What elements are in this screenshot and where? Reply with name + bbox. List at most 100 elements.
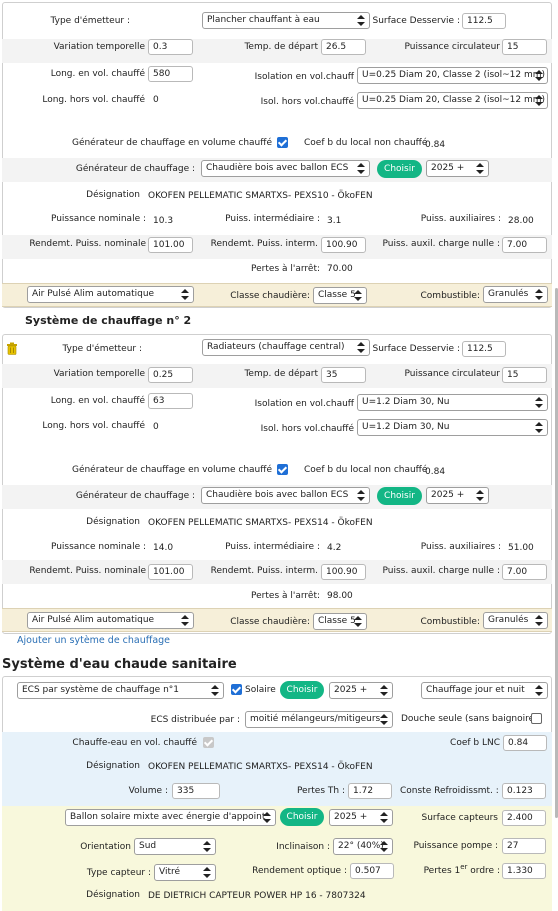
choose-generator-button[interactable]: Choisir [377,487,422,505]
variation-input[interactable]: 0.3 [148,39,193,55]
length-out-label: Long. hors vol. chauffé [42,95,145,105]
auxiliary-power-label: Puiss. auxiliaires : [420,542,501,552]
insulation-out-label: Isol. hors vol.chauffé [260,424,354,434]
circulator-input[interactable]: 15 [502,367,547,383]
aux-zero-load-input[interactable]: 7.00 [502,564,547,580]
tank-type-value: Ballon solaire mixte avec énergie d'appo… [70,812,266,822]
select-arrow-icon [357,162,365,175]
orientation-select[interactable]: Sud [134,838,216,855]
temp-input[interactable]: 26.5 [321,39,366,55]
distribution-value: moitié mélangeurs/mitigeurs [250,714,381,724]
solar-checkbox[interactable] [231,684,242,695]
tank-type-select[interactable]: Ballon solaire mixte avec énergie d'appo… [65,809,276,826]
select-arrow-icon [535,421,543,434]
collector-surface-input[interactable]: 2.400 [502,810,546,826]
emitter-type-select[interactable]: Radiateurs (chauffage central) [202,339,370,356]
fuel-select[interactable]: Granulés [483,286,548,303]
cooling-constant-input[interactable]: 0.123 [502,783,546,799]
inclination-value: 22° (40%) [338,841,384,851]
choose-generator-button[interactable]: Choisir [377,160,422,178]
select-arrow-icon [181,288,189,301]
choose-tank-button[interactable]: Choisir [280,808,324,826]
volume-input[interactable]: 335 [172,783,220,799]
optical-efficiency-label: Rendement optique : [252,866,347,876]
year-select[interactable]: 2025 + [426,487,489,504]
air-feed-select[interactable]: Air Pulsé Alim automatique [27,286,194,303]
orientation-label: Orientation [80,842,131,852]
select-arrow-icon [181,614,189,627]
auxiliary-power-label: Puiss. auxiliaires : [420,214,501,224]
choose-ecs-button[interactable]: Choisir [280,681,324,699]
intermediate-power-value: 4.2 [327,543,342,553]
boiler-class-select[interactable]: Classe 5 [313,287,367,304]
generator-select[interactable]: Chaudière bois avec ballon ECS [201,160,370,177]
circulator-label: Puissance circulateur [404,42,500,52]
distribution-select[interactable]: moitié mélangeurs/mitigeurs [245,711,393,728]
add-heating-system-link[interactable]: Ajouter un sytème de chauffage [17,634,170,648]
length-in-input[interactable]: 63 [148,393,193,409]
intermediate-efficiency-input[interactable]: 100.90 [321,237,366,253]
insulation-out-value: U=1.2 Diam 30, Nu [362,422,450,432]
shower-only-label: Douche seule (sans baignoire) [401,714,538,724]
designation-value: OKOFEN PELLEMATIC SMARTXS- PEXS14 - ÖkoF… [148,762,373,772]
collector-type-value: Vitré [159,867,181,877]
shower-only-checkbox[interactable] [531,713,542,724]
intermediate-efficiency-label: Rendemt. Puiss. interm. [210,566,318,576]
water-heater-in-volume-label: Chauffe-eau en vol. chauffé [72,738,197,748]
insulation-in-select[interactable]: U=1.2 Diam 30, Nu [357,394,548,411]
designation-label: Désignation [86,761,140,771]
generator-in-volume-checkbox[interactable] [277,464,288,475]
insulation-out-select[interactable]: U=1.2 Diam 30, Nu [357,419,548,436]
generator-in-volume-checkbox[interactable] [277,137,288,148]
select-arrow-icon [380,713,388,726]
collector-type-label: Type capteur : [86,868,151,878]
boiler-class-select[interactable]: Classe 5 [313,613,367,630]
water-heater-in-volume-checkbox[interactable] [203,737,214,748]
insulation-out-select[interactable]: U=0.25 Diam 20, Classe 2 (isol~12 mm) [357,92,548,109]
standby-loss-label: Pertes à l'arrêt: [251,591,320,601]
first-order-loss-input[interactable]: 1.330 [502,863,546,879]
surface-input[interactable]: 112.5 [462,13,506,29]
fuel-select[interactable]: Granulés [483,612,548,629]
inclination-select[interactable]: 22° (40%) [333,838,393,855]
insulation-in-select[interactable]: U=0.25 Diam 20, Classe 2 (isol~12 mm) [357,67,548,84]
generator-select[interactable]: Chaudière bois avec ballon ECS [201,487,370,504]
optical-efficiency-input[interactable]: 0.507 [350,863,394,879]
collector-surface-label: Surface capteurs [421,813,498,823]
surface-input[interactable]: 112.5 [462,341,506,357]
temp-input[interactable]: 35 [321,367,366,383]
thermal-loss-input[interactable]: 1.72 [348,783,392,799]
circulator-input[interactable]: 15 [502,39,547,55]
variation-input[interactable]: 0.25 [148,367,193,383]
select-arrow-icon [380,811,388,824]
tank-year-value: 2025 + [334,812,368,822]
ecs-year-value: 2025 + [334,685,368,695]
select-arrow-icon [357,14,365,27]
select-arrow-icon [535,69,543,82]
nominal-efficiency-input[interactable]: 101.00 [148,564,193,580]
air-feed-select[interactable]: Air Pulsé Alim automatique [27,612,194,629]
length-in-input[interactable]: 580 [148,66,193,82]
aux-zero-load-input[interactable]: 7.00 [502,237,547,253]
select-arrow-icon [476,489,484,502]
generator-in-volume-label: Générateur de chauffage en volume chauff… [71,138,272,148]
trash-icon[interactable] [6,342,18,355]
heating-period-select[interactable]: Chauffage jour et nuit [421,682,548,699]
pump-power-input[interactable]: 27 [502,838,546,854]
ecs-year-select[interactable]: 2025 + [329,682,393,699]
generator-label: Générateur de chauffage : [75,491,195,501]
standby-loss-label: Pertes à l'arrêt: [251,264,320,274]
fuel-label: Combustible: [420,291,480,301]
intermediate-efficiency-input[interactable]: 100.90 [321,564,366,580]
tank-year-select[interactable]: 2025 + [329,809,393,826]
select-arrow-icon [380,840,388,853]
coef-lnc-input[interactable]: 0.84 [503,735,547,751]
year-select[interactable]: 2025 + [426,160,489,177]
length-in-label: Long. en vol. chauffé [50,396,145,406]
collector-type-select[interactable]: Vitré [154,864,216,881]
nominal-efficiency-input[interactable]: 101.00 [148,237,193,253]
select-arrow-icon [203,866,211,879]
ecs-mode-select[interactable]: ECS par système de chauffage n°1 [17,682,224,699]
emitter-type-select[interactable]: Plancher chauffant à eau [202,12,370,29]
designation-label: Désignation [86,517,140,527]
